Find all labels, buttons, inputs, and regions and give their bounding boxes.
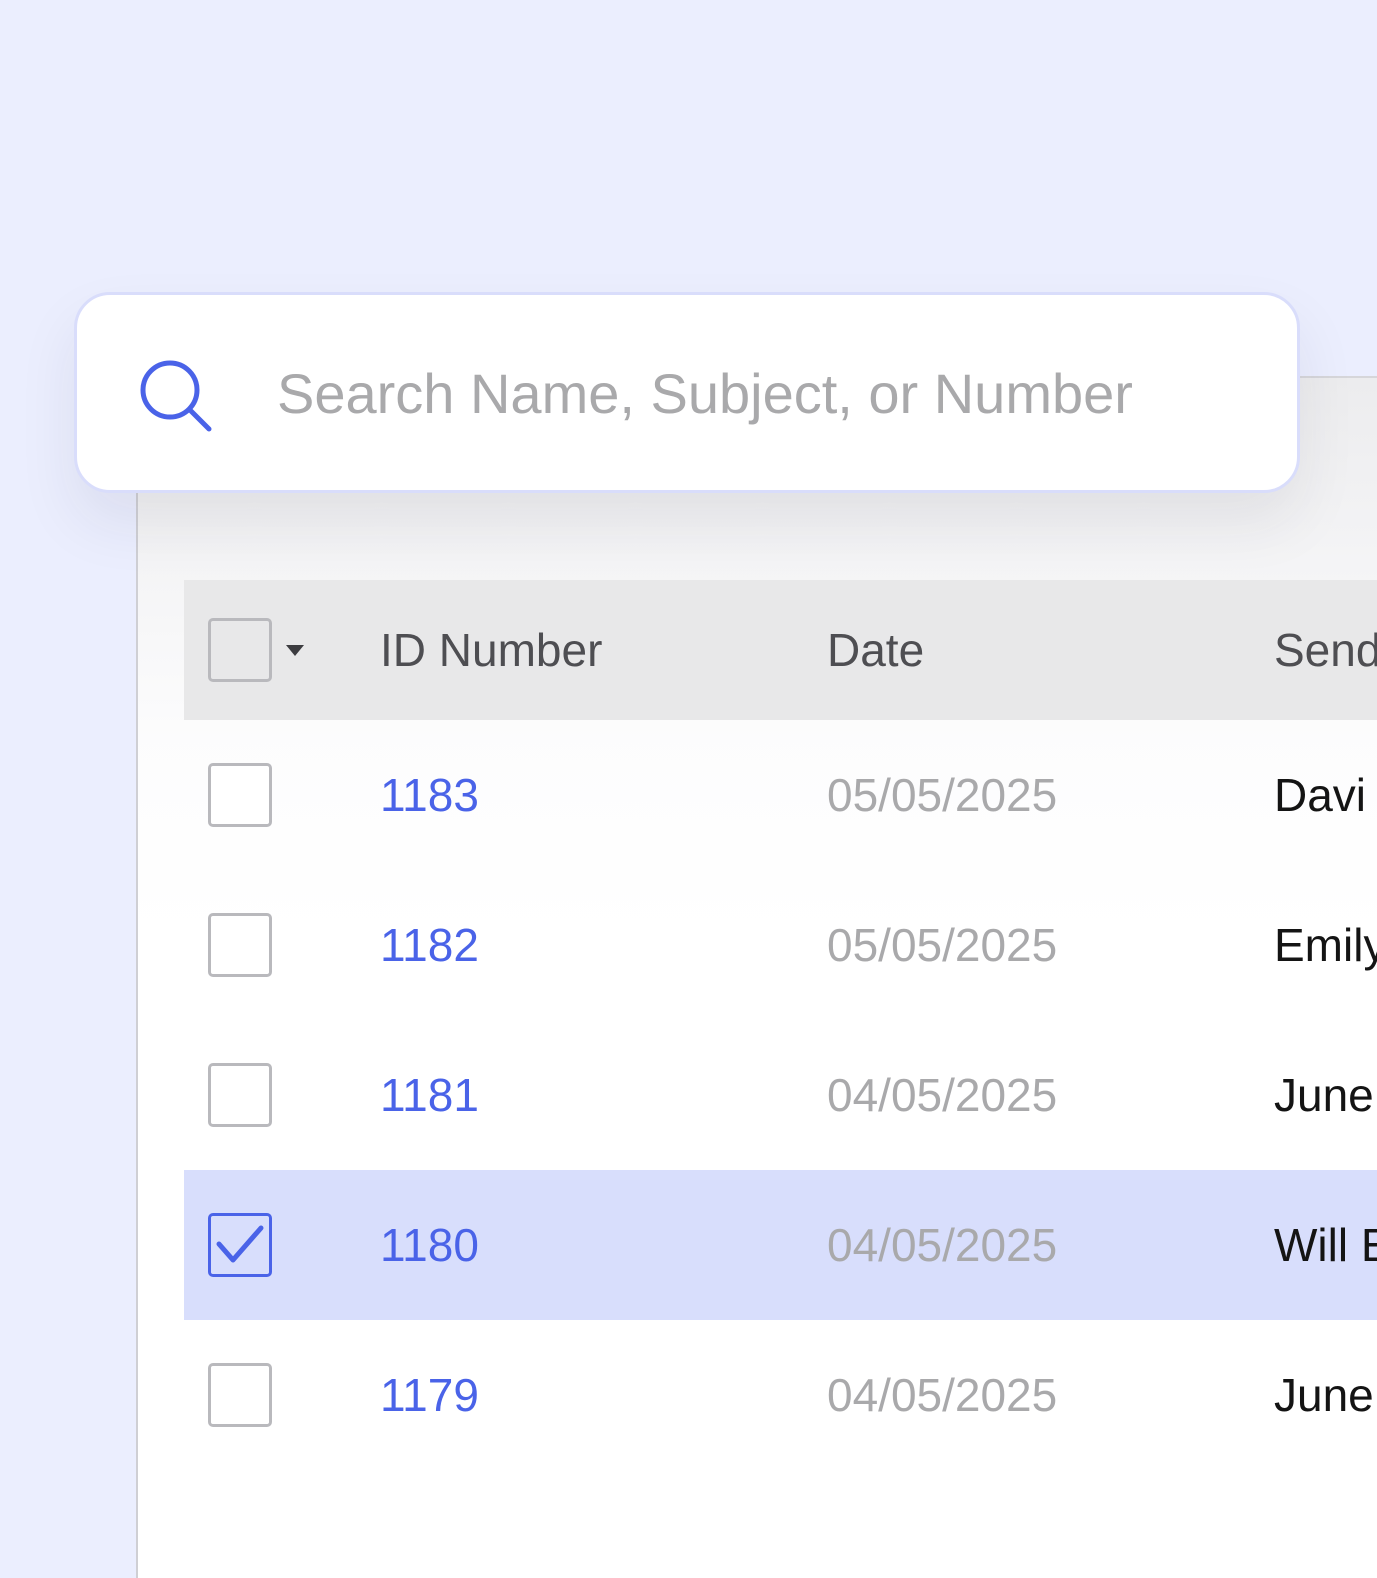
row-id-link[interactable]: 1181 — [380, 1020, 479, 1170]
row-checkbox[interactable] — [208, 1063, 272, 1127]
column-header-date[interactable]: Date — [827, 580, 924, 720]
row-id-link[interactable]: 1182 — [380, 870, 479, 1020]
select-all-checkbox[interactable] — [208, 618, 272, 682]
row-checkbox[interactable] — [208, 1363, 272, 1427]
row-sender: June — [1274, 1069, 1374, 1121]
row-checkbox[interactable] — [208, 913, 272, 977]
row-date: 05/05/2025 — [827, 919, 1058, 971]
row-id-link[interactable]: 1179 — [380, 1320, 479, 1470]
column-header-sender[interactable]: Send — [1274, 580, 1377, 720]
table-row-selected[interactable]: 1180 04/05/2025 Will E — [184, 1170, 1377, 1320]
row-sender: June — [1274, 1369, 1374, 1421]
row-date: 04/05/2025 — [827, 1069, 1058, 1121]
table-row[interactable]: 1182 05/05/2025 Emily — [184, 870, 1377, 1020]
table-row[interactable]: 1183 05/05/2025 Davi — [184, 720, 1377, 870]
search-input[interactable] — [277, 341, 1267, 445]
row-date: 05/05/2025 — [827, 769, 1058, 821]
table-row[interactable]: 1181 04/05/2025 June — [184, 1020, 1377, 1170]
row-sender: Emily — [1274, 919, 1377, 971]
messages-table: ID Number Date Send 1183 05/05/2025 Davi… — [184, 580, 1377, 1470]
table-header-row: ID Number Date Send — [184, 580, 1377, 720]
table-row[interactable]: 1179 04/05/2025 June — [184, 1320, 1377, 1470]
row-date: 04/05/2025 — [827, 1219, 1058, 1271]
search-icon[interactable] — [139, 359, 215, 435]
row-id-link[interactable]: 1180 — [380, 1170, 479, 1320]
row-id-link[interactable]: 1183 — [380, 720, 479, 870]
row-sender: Will E — [1274, 1219, 1377, 1271]
row-checkbox-checked[interactable] — [208, 1213, 272, 1277]
search-bar[interactable] — [74, 292, 1300, 493]
select-all-control[interactable] — [208, 580, 304, 720]
checkmark-icon — [216, 1225, 264, 1263]
row-date: 04/05/2025 — [827, 1369, 1058, 1421]
table-card: ID Number Date Send 1183 05/05/2025 Davi… — [136, 376, 1377, 1578]
row-checkbox[interactable] — [208, 763, 272, 827]
row-sender: Davi — [1274, 769, 1367, 821]
caret-down-icon[interactable] — [286, 644, 304, 656]
column-header-id[interactable]: ID Number — [380, 580, 602, 720]
